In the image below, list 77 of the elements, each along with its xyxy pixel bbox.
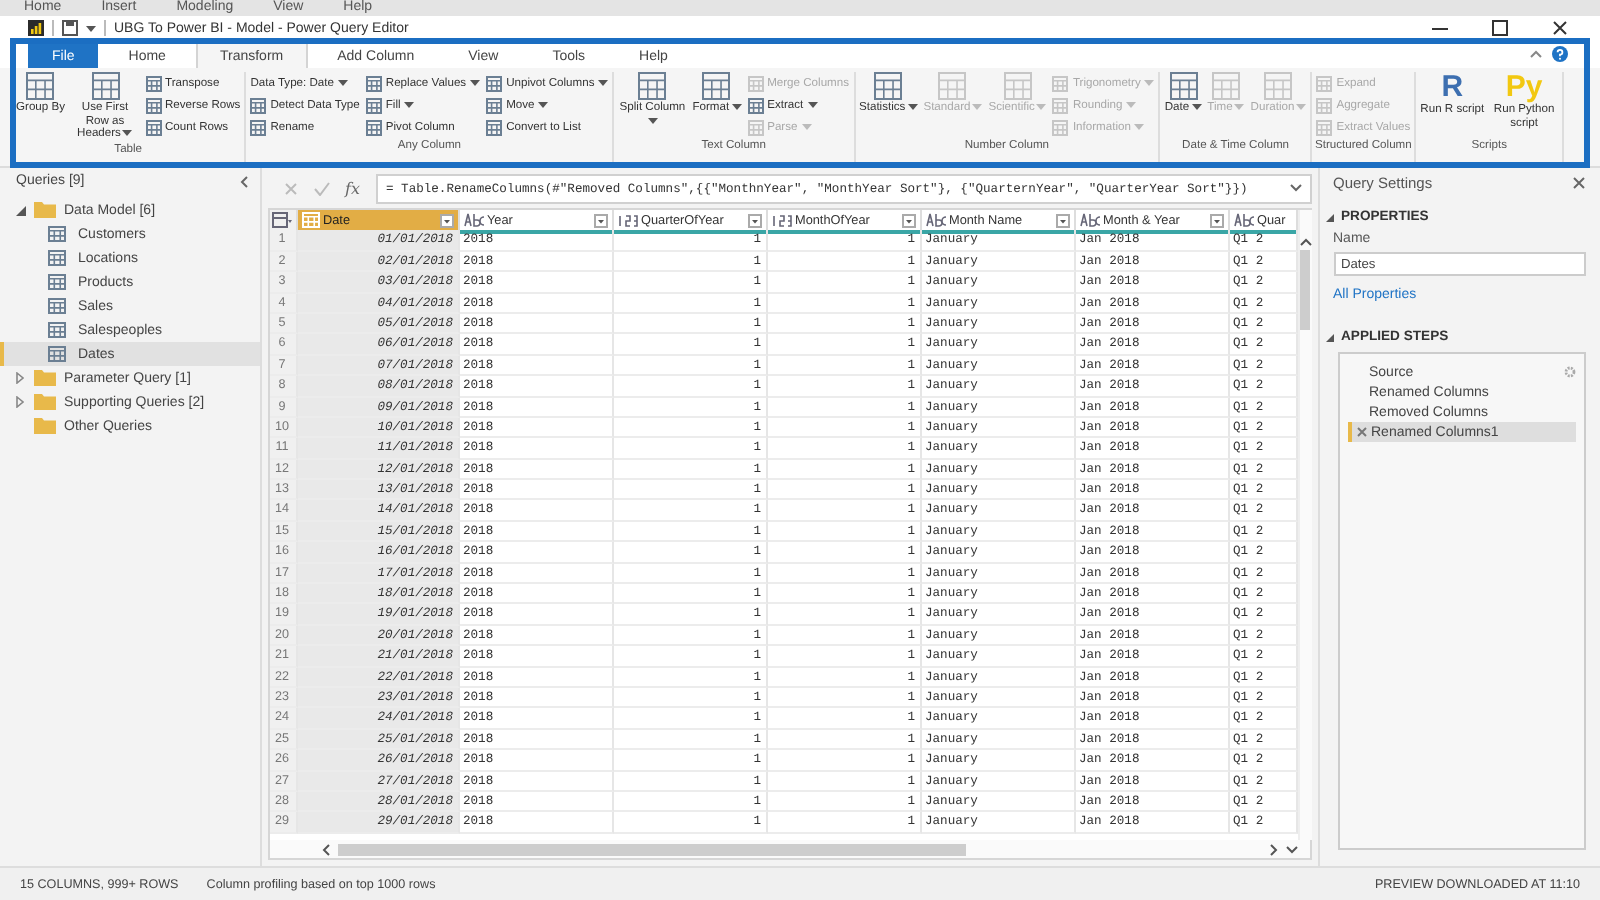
table-icon [486, 75, 503, 91]
table-icon [1316, 119, 1333, 135]
collapse-panel-icon[interactable] [239, 175, 247, 187]
table-icon [48, 226, 66, 242]
table-icon [48, 346, 66, 362]
table-icon [365, 119, 382, 135]
maximize-icon[interactable] [1492, 20, 1508, 36]
horizontal-scrollbar[interactable] [269, 840, 1309, 858]
table-icon [938, 72, 967, 100]
number-type-icon [617, 212, 637, 228]
scroll-up-icon [1299, 238, 1311, 246]
filter-dropdown-icon[interactable] [1055, 213, 1069, 227]
table-icon [874, 72, 903, 100]
collapsed-icon[interactable] [16, 372, 24, 384]
table-icon [145, 97, 161, 113]
caret-icon[interactable] [86, 25, 96, 31]
scroll-down-icon [1285, 845, 1297, 853]
table-icon [365, 97, 382, 113]
text-type-icon [1233, 212, 1253, 228]
folder-icon [34, 370, 56, 386]
filter-dropdown-icon[interactable] [593, 213, 607, 227]
help-icon[interactable] [1552, 46, 1568, 62]
table-icon [48, 250, 66, 266]
folder-icon [34, 394, 56, 410]
scroll-right-icon [1269, 843, 1277, 855]
table-icon [1169, 72, 1197, 100]
script-logo: Py [1505, 72, 1543, 102]
folder-icon [34, 202, 56, 218]
function-label[interactable]: fx [345, 179, 360, 197]
script-logo: R [1441, 72, 1464, 102]
expand-icon[interactable] [1289, 184, 1301, 192]
section-caret-icon [1325, 213, 1333, 221]
filter-dropdown-icon[interactable] [747, 213, 761, 227]
table-icon [1264, 72, 1293, 100]
table-icon [91, 72, 119, 100]
table-icon [747, 75, 764, 91]
table-icon [1316, 97, 1333, 113]
check-icon[interactable] [313, 181, 329, 195]
filter-dropdown-icon[interactable] [901, 213, 915, 227]
table-icon [145, 119, 161, 135]
filter-dropdown-icon[interactable] [439, 213, 453, 227]
table-icon [250, 119, 267, 135]
power-bi-logo-icon [28, 20, 44, 36]
table-icon [1211, 72, 1240, 100]
table-icon [1003, 72, 1032, 100]
number-type-icon [771, 212, 791, 228]
table-icon [486, 97, 503, 113]
section-caret-icon [1325, 333, 1333, 341]
table-icon [1052, 75, 1069, 91]
table-icon [48, 322, 66, 338]
delete-step-icon[interactable] [1355, 426, 1367, 438]
save-icon[interactable] [62, 20, 78, 36]
table-icon [365, 75, 382, 91]
table-icon [145, 75, 161, 91]
close-icon[interactable] [1552, 20, 1568, 36]
scroll-left-icon [321, 843, 329, 855]
table-icon [1316, 75, 1333, 91]
text-type-icon [925, 212, 945, 228]
table-icon [702, 72, 731, 100]
table-icon [747, 97, 764, 113]
text-type-icon [1079, 212, 1099, 228]
table-menu-icon[interactable] [272, 212, 292, 228]
text-type-icon [463, 212, 483, 228]
collapsed-icon[interactable] [16, 396, 24, 408]
table-icon [1052, 97, 1069, 113]
table-icon [486, 119, 503, 135]
expanded-icon[interactable] [16, 205, 26, 215]
table-icon [638, 72, 667, 100]
table-icon [48, 298, 66, 314]
table-icon [1052, 119, 1069, 135]
table-icon [747, 119, 764, 135]
folder-icon [34, 418, 56, 434]
table-icon [48, 274, 66, 290]
collapse-ribbon-icon[interactable] [1530, 50, 1542, 58]
filter-dropdown-icon[interactable] [1209, 213, 1223, 227]
table-icon [26, 72, 55, 100]
table-icon [250, 97, 267, 113]
